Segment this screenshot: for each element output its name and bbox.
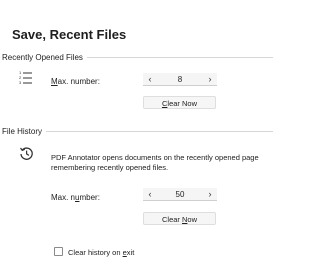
history-max-number-stepper[interactable]: ‹ 50 › (143, 188, 217, 201)
file-history-description-line2: remembering recently opened files. (51, 163, 169, 172)
history-icon (19, 146, 34, 161)
recent-clear-now-button[interactable]: Clear Now (143, 96, 216, 109)
history-max-number-value[interactable]: 50 (157, 190, 203, 199)
chevron-right-icon[interactable]: › (203, 189, 217, 199)
numbered-list-icon: 1 2 3 (19, 70, 33, 86)
section-divider (46, 130, 273, 132)
clear-history-on-exit-checkbox[interactable] (54, 247, 63, 256)
section-divider (86, 56, 273, 58)
recent-max-number-value[interactable]: 8 (157, 75, 203, 84)
recent-files-section-label: Recently Opened Files (2, 52, 83, 62)
chevron-left-icon[interactable]: ‹ (143, 74, 157, 84)
file-history-section-header: File History (0, 125, 273, 137)
history-clear-now-button[interactable]: Clear Now (143, 212, 216, 225)
history-max-number-label: Max. number: (51, 193, 100, 202)
svg-text:3: 3 (19, 80, 22, 85)
recent-max-number-label: Max. number: (51, 77, 100, 86)
recent-files-section-header: Recently Opened Files (0, 51, 273, 63)
recent-max-number-stepper[interactable]: ‹ 8 › (143, 73, 217, 86)
chevron-right-icon[interactable]: › (203, 74, 217, 84)
page-title: Save, Recent Files (12, 27, 127, 42)
file-history-description-line1: PDF Annotator opens documents on the rec… (51, 153, 259, 162)
file-history-section-label: File History (2, 126, 43, 136)
clear-history-on-exit-label[interactable]: Clear history on exit (68, 248, 134, 257)
chevron-left-icon[interactable]: ‹ (143, 189, 157, 199)
